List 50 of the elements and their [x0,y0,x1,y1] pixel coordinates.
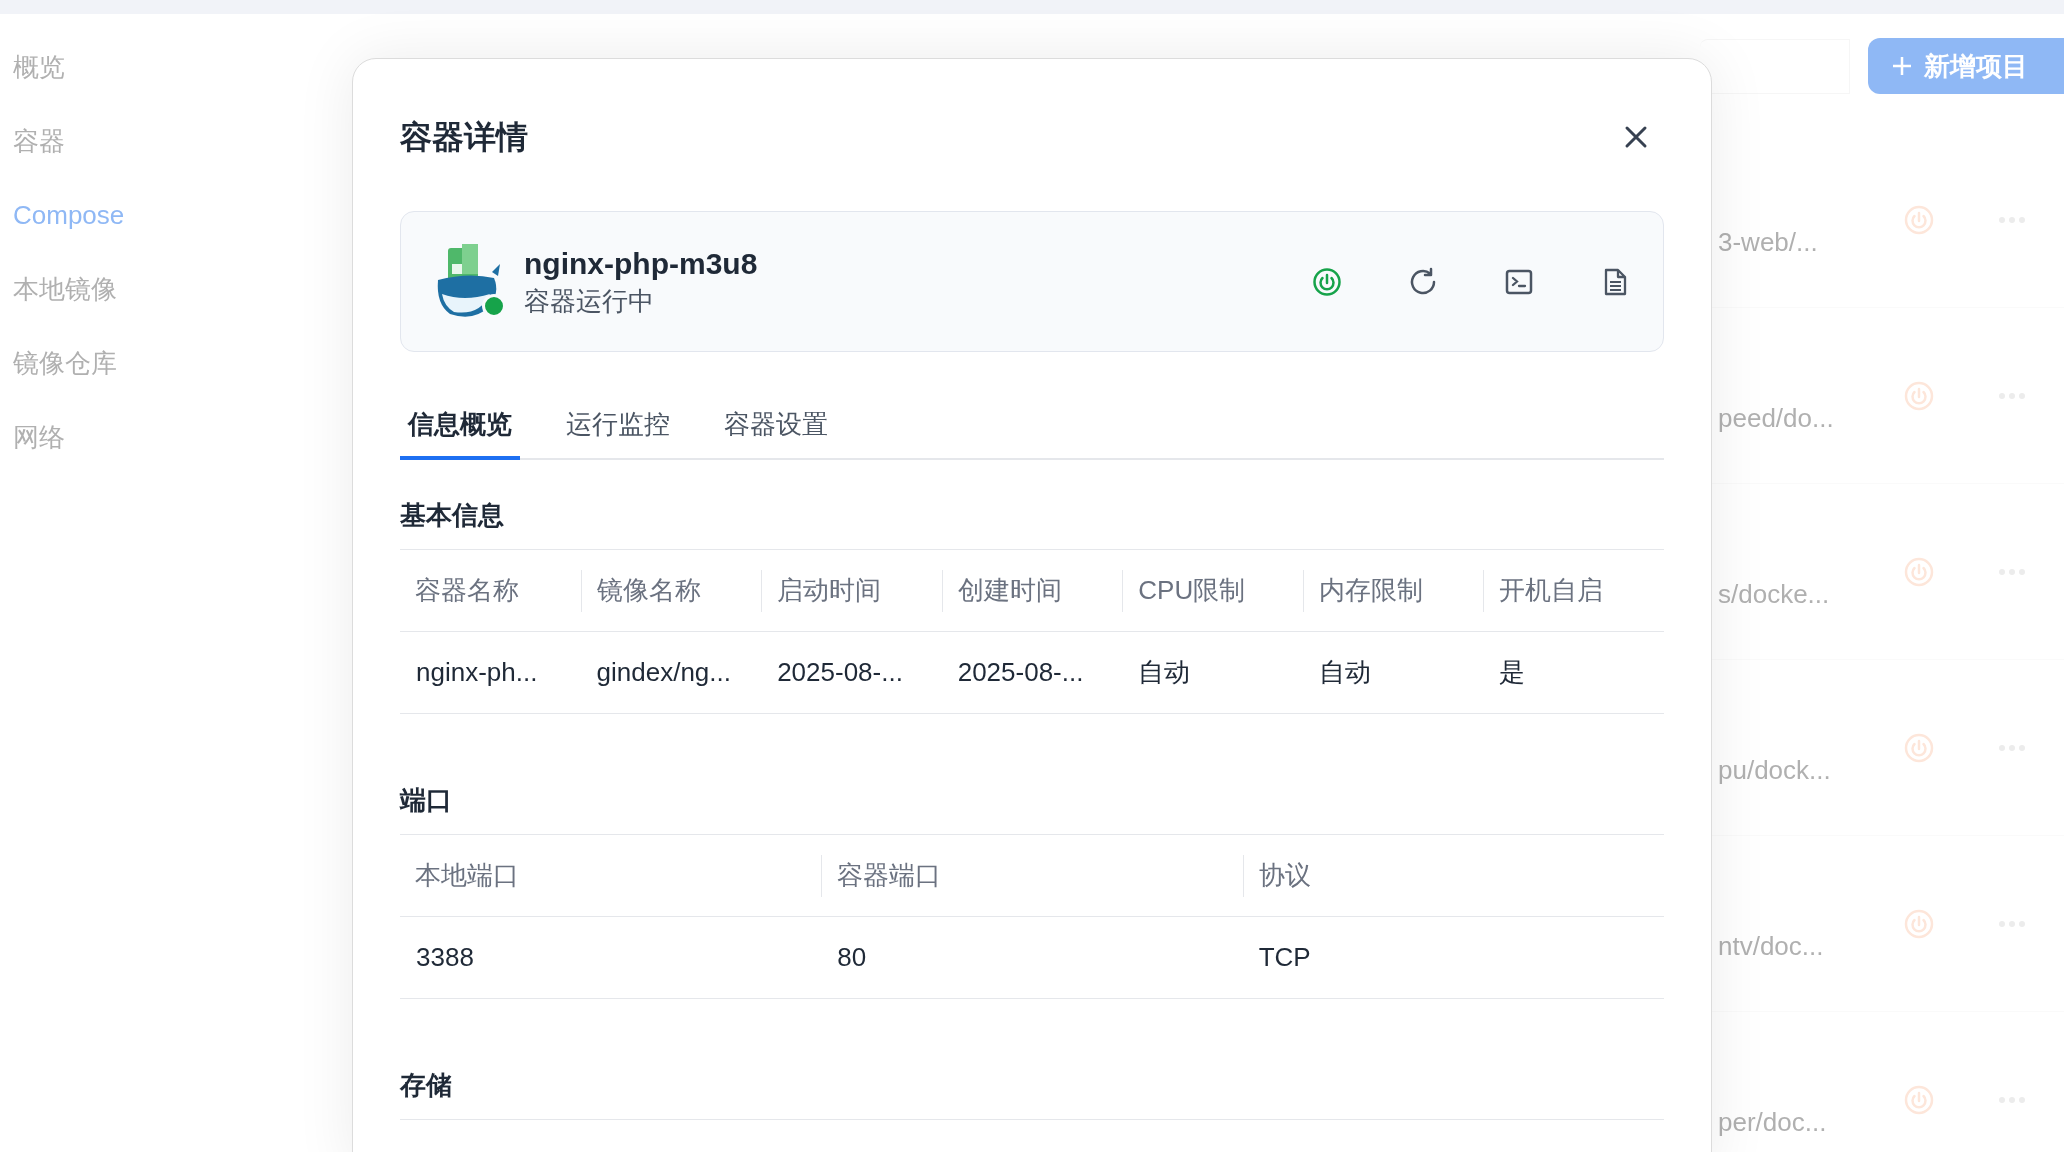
power-icon [1904,732,1934,763]
table-cell: 80 [837,942,867,972]
table-cell: 自动 [1318,657,1371,687]
tab[interactable]: 容器设置 [716,405,836,460]
table-cell: 是 [1499,657,1526,687]
power-icon [1904,1084,1934,1115]
power-icon [1904,556,1934,587]
table-cell: 2025-08-... [957,657,1084,687]
table-cell: TCP [1258,942,1311,972]
table-cell: 2025-08-... [777,657,903,687]
row-path-text: peed/do... [1717,402,1835,435]
sidebar-item[interactable]: 镜像仓库 [13,344,330,382]
add-project-button[interactable]: 新增项目 [1868,38,2064,94]
sidebar-item[interactable]: Compose [13,196,330,234]
table-cell: nginx-ph... [416,657,538,687]
container-name: nginx-php-m3u8 [524,245,758,282]
table-cell: 自动 [1138,657,1191,687]
table-cell: 3388 [416,942,474,972]
row-path-text: per/doc... [1717,1106,1828,1139]
column-header: 内存限制 [1317,574,1423,607]
row-path-text: s/docke... [1717,578,1831,611]
column-header: 启动时间 [776,574,882,607]
tab[interactable]: 信息概览 [400,405,520,460]
column-header: 本地端口 [414,859,519,892]
power-icon [1904,204,1934,235]
sidebar-item[interactable]: 容器 [13,122,330,160]
section-title: 存储 [400,1069,453,1102]
column-header: 容器名称 [414,574,519,607]
plus-icon [1892,56,1912,76]
section-title: 端口 [400,784,453,817]
section-title: 基本信息 [400,499,505,532]
column-header: 镜像名称 [595,574,701,607]
power-icon [1904,908,1934,939]
column-header: CPU限制 [1137,574,1246,607]
column-header: 创建时间 [956,574,1062,607]
close-icon [1624,125,1648,149]
row-path-text: pu/dock... [1717,754,1832,787]
tab[interactable]: 运行监控 [558,405,678,460]
power-icon [1904,380,1934,411]
row-path-text: 3-web/... [1717,226,1819,259]
container-status: 容器运行中 [524,284,655,318]
column-header: 开机自启 [1498,574,1604,607]
table-cell: gindex/ng... [596,657,731,687]
sidebar-item[interactable]: 网络 [13,418,330,456]
column-header: 容器端口 [836,859,942,892]
dialog-title: 容器详情 [400,118,528,157]
row-path-text: ntv/doc... [1717,930,1825,963]
column-header: 协议 [1257,859,1311,892]
sidebar-item[interactable]: 概览 [13,48,330,86]
sidebar-item[interactable]: 本地镜像 [13,270,330,308]
